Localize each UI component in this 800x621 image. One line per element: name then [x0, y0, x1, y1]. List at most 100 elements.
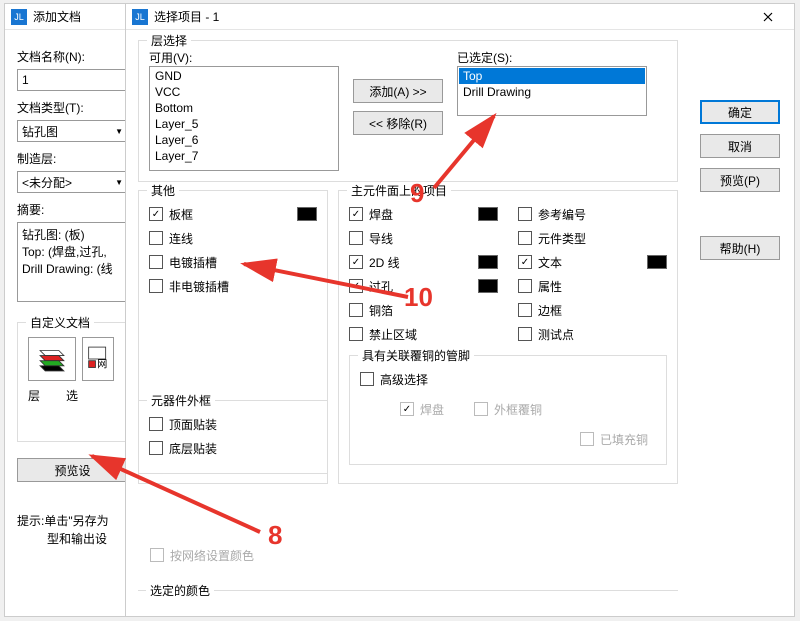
selected-color-group-title: 选定的颜色: [146, 582, 214, 599]
layer-select-group-title: 层选择: [147, 32, 191, 49]
layer-text: 层: [28, 387, 40, 404]
copper-checkbox[interactable]: [349, 303, 363, 317]
doc-name-input[interactable]: [17, 69, 128, 91]
pad-checkbox[interactable]: [349, 207, 363, 221]
aux-icon-button[interactable]: 网: [82, 337, 114, 381]
text-label: 文本: [538, 254, 562, 271]
available-label: 可用(V):: [149, 49, 339, 66]
cancel-button[interactable]: 取消: [700, 134, 780, 158]
add-doc-titlebar: JL 添加文档: [5, 4, 140, 30]
board-outline-checkbox[interactable]: [149, 207, 163, 221]
line2d-label: 2D 线: [369, 254, 400, 271]
doc-type-dropdown[interactable]: 钻孔图 ▼: [17, 120, 128, 142]
preview-button[interactable]: 预览(P): [700, 168, 780, 192]
attr-checkbox[interactable]: [518, 279, 532, 293]
mfg-layer-label: 制造层:: [17, 150, 128, 167]
nonplated-slots-checkbox[interactable]: [149, 279, 163, 293]
bycolor-label: 按网络设置颜色: [170, 547, 254, 564]
copper-label: 铜箔: [369, 302, 393, 319]
parttype-checkbox[interactable]: [518, 231, 532, 245]
svg-text:网: 网: [97, 359, 107, 371]
testpoint-checkbox[interactable]: [518, 327, 532, 341]
custom-doc-group-title: 自定义文档: [26, 314, 94, 331]
color-swatch[interactable]: [478, 255, 498, 269]
list-item[interactable]: VCC: [151, 84, 337, 100]
app-icon: JL: [132, 9, 148, 25]
summary-line: Drill Drawing: (线: [22, 261, 123, 278]
summary-box: 钻孔图: (板) Top: (焊盘,过孔, Drill Drawing: (线: [17, 222, 128, 302]
list-item[interactable]: Layer_6: [151, 132, 337, 148]
mfg-layer-dropdown[interactable]: <未分配> ▼: [17, 171, 128, 193]
bottom-assembly-checkbox[interactable]: [149, 441, 163, 455]
list-item[interactable]: Bottom: [151, 100, 337, 116]
chevron-down-icon: ▼: [115, 127, 123, 136]
doc-type-label: 文档类型(T):: [17, 99, 128, 116]
adv-select-label: 高级选择: [380, 371, 428, 388]
via-checkbox[interactable]: [349, 279, 363, 293]
color-swatch[interactable]: [647, 255, 667, 269]
testpoint-label: 测试点: [538, 326, 574, 343]
add-button[interactable]: 添加(A) >>: [353, 79, 443, 103]
edge-checkbox[interactable]: [518, 303, 532, 317]
color-swatch[interactable]: [297, 207, 317, 221]
close-button[interactable]: [748, 4, 788, 30]
remove-button[interactable]: << 移除(R): [353, 111, 443, 135]
list-item[interactable]: Top: [459, 68, 645, 84]
bottom-assembly-label: 底层贴装: [169, 440, 217, 457]
tip-line: 提示:单击"另存为: [17, 512, 128, 530]
ok-button[interactable]: 确定: [700, 100, 780, 124]
selected-label: 已选定(S):: [457, 49, 647, 66]
tip-line: 型和输出设: [47, 530, 128, 548]
via-label: 过孔: [369, 278, 393, 295]
top-assembly-checkbox[interactable]: [149, 417, 163, 431]
part-group-title: 元器件外框: [147, 392, 215, 409]
close-icon: [763, 12, 773, 22]
summary-line: 钻孔图: (板): [22, 227, 123, 244]
list-item[interactable]: Layer_7: [151, 148, 337, 164]
select-items-titlebar: JL 选择项目 - 1: [126, 4, 794, 30]
adv-filled-checkbox: [580, 432, 594, 446]
ref-checkbox[interactable]: [518, 207, 532, 221]
other-group-title: 其他: [147, 182, 179, 199]
plated-slots-label: 电镀插槽: [169, 254, 217, 271]
color-swatch[interactable]: [478, 279, 498, 293]
list-item[interactable]: Layer_5: [151, 116, 337, 132]
adv-outer-label: 外框覆铜: [494, 401, 542, 418]
list-item[interactable]: GND: [151, 68, 337, 84]
adv-select-checkbox[interactable]: [360, 372, 374, 386]
nonplated-slots-label: 非电镀插槽: [169, 278, 229, 295]
top-assembly-label: 顶面贴装: [169, 416, 217, 433]
summary-line: Top: (焊盘,过孔,: [22, 244, 123, 261]
list-item[interactable]: Drill Drawing: [459, 84, 645, 100]
ref-label: 参考编号: [538, 206, 586, 223]
trace-checkbox[interactable]: [349, 231, 363, 245]
bycolor-checkbox: [150, 548, 164, 562]
connections-checkbox[interactable]: [149, 231, 163, 245]
selected-listbox[interactable]: Top Drill Drawing: [457, 66, 647, 116]
keepout-label: 禁止区域: [369, 326, 417, 343]
assoc-group-title: 具有关联覆铜的管脚: [358, 347, 474, 364]
preview-button[interactable]: 预览设: [17, 458, 128, 482]
chevron-down-icon: ▼: [115, 178, 123, 187]
mfg-layer-value: <未分配>: [22, 174, 72, 191]
doc-type-value: 钻孔图: [22, 123, 58, 140]
select-items-title: 选择项目 - 1: [154, 8, 748, 25]
available-listbox[interactable]: GND VCC Bottom Layer_5 Layer_6 Layer_7: [149, 66, 339, 171]
attr-label: 属性: [538, 278, 562, 295]
adv-pad-label: 焊盘: [420, 401, 444, 418]
select-text: 选: [66, 387, 78, 404]
keepout-checkbox[interactable]: [349, 327, 363, 341]
parttype-label: 元件类型: [538, 230, 586, 247]
summary-label: 摘要:: [17, 201, 128, 218]
help-button[interactable]: 帮助(H): [700, 236, 780, 260]
doc-name-label: 文档名称(N):: [17, 48, 128, 65]
line2d-checkbox[interactable]: [349, 255, 363, 269]
adv-pad-checkbox: [400, 402, 414, 416]
plated-slots-checkbox[interactable]: [149, 255, 163, 269]
text-checkbox[interactable]: [518, 255, 532, 269]
layers-icon-button[interactable]: [28, 337, 76, 381]
edge-label: 边框: [538, 302, 562, 319]
trace-label: 导线: [369, 230, 393, 247]
main-items-group-title: 主元件面上的项目: [347, 182, 451, 199]
color-swatch[interactable]: [478, 207, 498, 221]
